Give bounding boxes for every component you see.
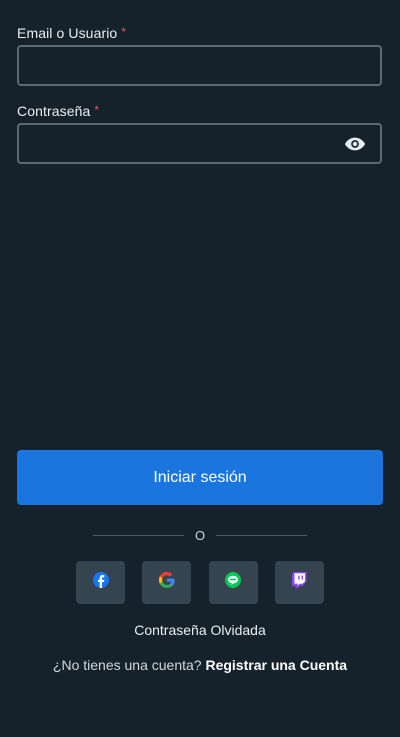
social-login-row bbox=[76, 561, 324, 605]
divider-line-left bbox=[93, 534, 184, 536]
or-divider: O bbox=[93, 525, 307, 545]
register-account-link[interactable]: Registrar una Cuenta bbox=[205, 657, 347, 673]
facebook-icon bbox=[92, 572, 109, 593]
signup-prompt: ¿No tienes una cuenta? Registrar una Cue… bbox=[0, 657, 400, 673]
required-mark: * bbox=[94, 103, 100, 117]
facebook-login-button[interactable] bbox=[76, 561, 125, 604]
line-login-button[interactable] bbox=[208, 561, 258, 604]
email-field-box bbox=[17, 45, 382, 86]
google-login-button[interactable] bbox=[142, 561, 192, 604]
divider-line-right bbox=[216, 534, 307, 536]
email-label-text: Email o Usuario bbox=[17, 25, 118, 41]
twitch-login-button[interactable] bbox=[274, 561, 324, 604]
google-icon bbox=[158, 572, 175, 593]
password-field-box bbox=[17, 123, 382, 164]
password-label: Contraseña * bbox=[17, 103, 99, 119]
password-field[interactable] bbox=[19, 125, 380, 162]
required-mark: * bbox=[121, 25, 127, 39]
password-label-text: Contraseña bbox=[17, 103, 91, 119]
forgot-password-link[interactable]: Contraseña Olvidada bbox=[0, 622, 400, 638]
signup-prompt-text: ¿No tienes una cuenta? bbox=[52, 657, 202, 673]
login-screen: Email o Usuario * Contraseña * Iniciar ses… bbox=[0, 0, 400, 737]
twitch-icon bbox=[291, 572, 307, 593]
login-button[interactable]: Iniciar sesión bbox=[17, 450, 383, 505]
eye-icon[interactable] bbox=[344, 135, 366, 153]
email-field[interactable] bbox=[19, 47, 380, 84]
divider-text: O bbox=[194, 527, 206, 543]
email-label: Email o Usuario * bbox=[17, 25, 126, 41]
line-icon bbox=[225, 572, 242, 593]
